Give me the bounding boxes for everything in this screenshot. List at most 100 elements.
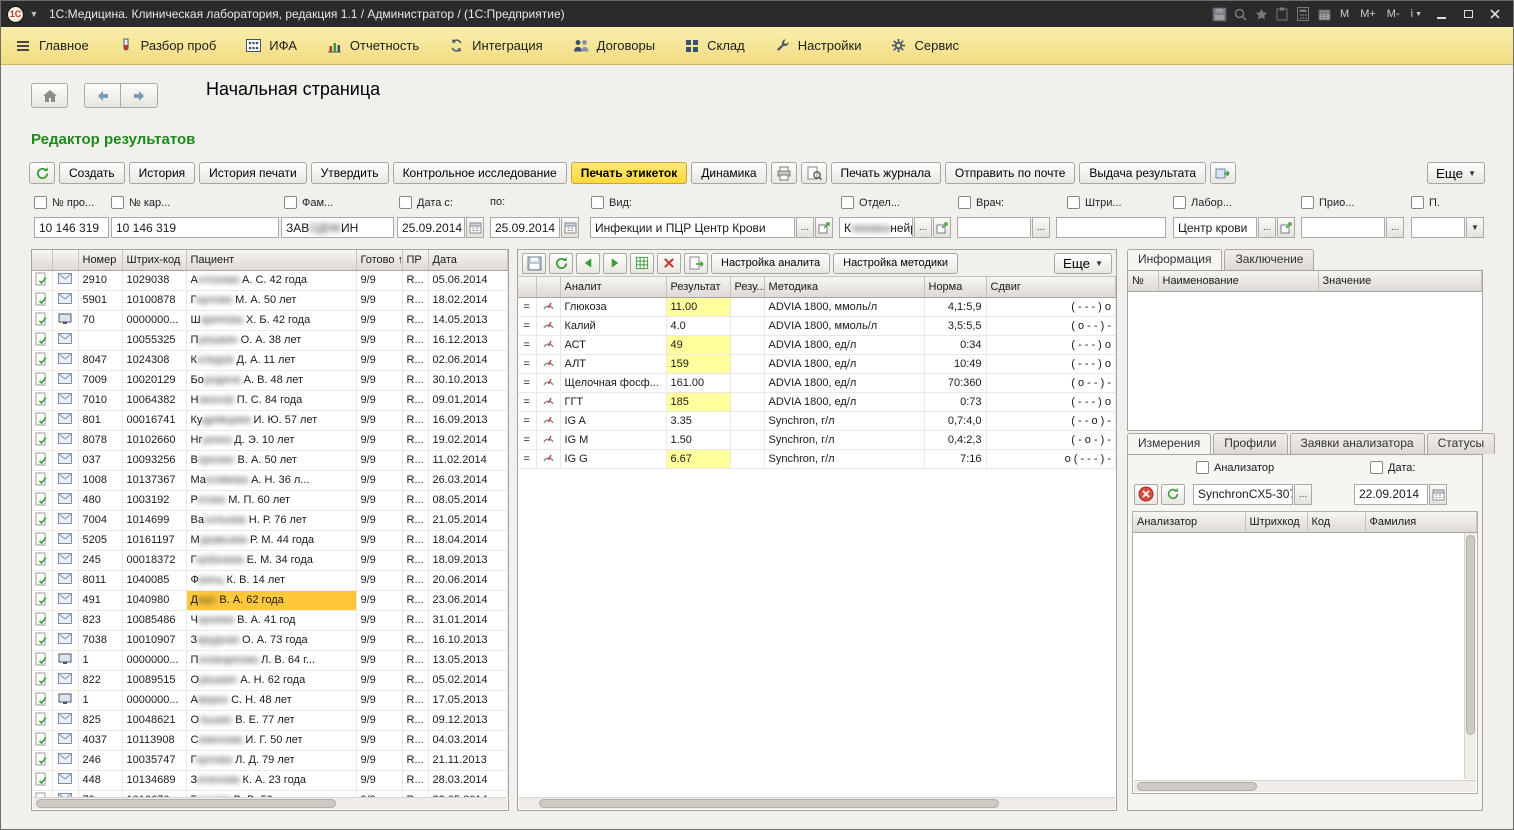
table-row[interactable]: =Щелочная фосф...161.00ADVIA 1800, ед/л7… [518, 373, 1116, 392]
filter-lab-checkbox[interactable]: Лабор... [1173, 196, 1232, 209]
filter-type-input[interactable]: Инфекции и ПЦР Центр Крови [590, 217, 795, 238]
table-row[interactable]: 80111040085Франц К. В. 14 лет9/9R...20.0… [32, 570, 508, 590]
table-row[interactable]: =IG G6.67Synchron, г/л7:16о ( - - - ) - [518, 449, 1116, 468]
checkbox[interactable] [1067, 196, 1080, 209]
info-tab[interactable]: Заключение [1224, 249, 1314, 270]
table-row[interactable]: 10055325Пришвин О. А. 38 лет9/9R...16.12… [32, 330, 508, 350]
calendar-button[interactable] [466, 217, 484, 238]
checkbox[interactable] [399, 196, 412, 209]
filter-doctor-input[interactable] [957, 217, 1031, 238]
column-header[interactable]: Наименование [1158, 271, 1318, 291]
issue-result-button[interactable]: Выдача результата [1079, 162, 1206, 184]
table-row[interactable]: 82510048621Ольшин В. Е. 77 лет9/9R...09.… [32, 710, 508, 730]
scroll-thumb[interactable] [36, 799, 336, 808]
column-header[interactable]: Готово ↑ [356, 250, 402, 270]
icon-column-header[interactable] [536, 277, 560, 297]
filter-p-checkbox[interactable]: П. [1411, 196, 1440, 209]
column-header[interactable]: Код [1307, 512, 1365, 532]
table-row[interactable]: 791016676Башова В. В. 59 лет9/9R...22.05… [32, 790, 508, 797]
open-button[interactable] [815, 217, 833, 238]
analyzer-hscrollbar[interactable] [1134, 780, 1476, 792]
memory-minus-button[interactable]: M- [1383, 8, 1404, 20]
menu-item-service[interactable]: Сервис [891, 38, 959, 53]
analyzer-tab[interactable]: Измерения [1127, 433, 1211, 454]
memory-plus-button[interactable]: M+ [1356, 8, 1380, 20]
prev-sample-button[interactable] [576, 253, 600, 274]
filter-priority-checkbox[interactable]: Прио... [1301, 196, 1354, 209]
column-header[interactable]: Сдвиг [986, 277, 1116, 297]
table-row[interactable]: 4911040980Джус В. А. 62 года9/9R...23.06… [32, 590, 508, 610]
column-header[interactable]: Фамилия [1365, 512, 1477, 532]
print-labels-button[interactable]: Печать этикеток [571, 162, 688, 184]
info-button[interactable]: i▼ [1407, 8, 1426, 20]
table-row[interactable]: =АЛТ159ADVIA 1800, ед/л10:49( - - - ) о [518, 354, 1116, 373]
select-button[interactable]: ... [796, 217, 814, 238]
analyzer-tab[interactable]: Заявки анализатора [1290, 433, 1425, 454]
column-header[interactable]: Штрихкод [1245, 512, 1307, 532]
control-study-button[interactable]: Контрольное исследование [393, 162, 567, 184]
scroll-thumb[interactable] [1466, 535, 1475, 735]
table-row[interactable]: =АСТ49ADVIA 1800, ед/л0:34( - - - ) о [518, 335, 1116, 354]
analyzer-vscrollbar[interactable] [1464, 533, 1476, 779]
checkbox[interactable] [34, 196, 47, 209]
filter-date-to-input[interactable]: 25.09.2014 [490, 217, 560, 238]
analyzer-calendar-button[interactable] [1429, 484, 1447, 505]
table-row[interactable]: =ГГТ185ADVIA 1800, ед/л0:73( - - - ) о [518, 392, 1116, 411]
export-button[interactable] [684, 253, 708, 274]
table-row[interactable]: 403710113908Семенова И. Г. 50 лет9/9R...… [32, 730, 508, 750]
column-header[interactable]: Результат [666, 277, 730, 297]
filter-sample-number-input[interactable]: 10 146 319 [34, 217, 109, 238]
type-column-header[interactable] [52, 250, 78, 270]
table-row[interactable]: 520510161197Муравьева Р. М. 44 года9/9R.… [32, 530, 508, 550]
checkbox[interactable] [1370, 461, 1383, 474]
next-sample-button[interactable] [603, 253, 627, 274]
filter-department-input[interactable]: Клиника нейрохи [839, 217, 913, 238]
menu-item-main[interactable]: Главное [15, 38, 89, 53]
table-row[interactable]: 4801003192Рогова М. П. 60 лет9/9R...08.0… [32, 490, 508, 510]
filter-type-checkbox[interactable]: Вид: [591, 196, 632, 209]
dynamics-button[interactable]: Динамика [691, 162, 766, 184]
column-header[interactable]: Значение [1318, 271, 1482, 291]
analyzer-select-button[interactable]: ... [1294, 484, 1312, 505]
approve-button[interactable]: Утвердить [311, 162, 389, 184]
send-email-button[interactable]: Отправить по почте [945, 162, 1076, 184]
refresh-results-button[interactable] [549, 253, 573, 274]
table-row[interactable]: 82210089515Орешкин А. Н. 62 года9/9R...0… [32, 670, 508, 690]
send-result-button[interactable] [1210, 162, 1236, 184]
filter-date-from-input[interactable]: 25.09.2014 [397, 217, 465, 238]
column-header[interactable]: Анализатор [1133, 512, 1245, 532]
filter-p-input[interactable] [1411, 217, 1465, 238]
refresh-analyzer-button[interactable] [1161, 484, 1185, 505]
table-row[interactable]: =IG A3.35Synchron, г/л0,7:4,0( - - о ) - [518, 411, 1116, 430]
star-icon[interactable] [1252, 5, 1270, 23]
table-row[interactable]: 44810134689Зеленова К. А. 23 года9/9R...… [32, 770, 508, 790]
method-settings-button[interactable]: Настройка методики [833, 253, 958, 274]
column-header[interactable]: Резу... [730, 277, 764, 297]
create-button[interactable]: Создать [59, 162, 125, 184]
table-row[interactable]: 10000000...Аверин С. Н. 48 лет9/9R...17.… [32, 690, 508, 710]
menu-item-integration[interactable]: Интеграция [449, 38, 543, 53]
column-header[interactable]: Штрих-код [122, 250, 186, 270]
table-row[interactable]: =Глюкоза11.00ADVIA 1800, ммоль/л4,1:5,9(… [518, 297, 1116, 316]
home-button[interactable] [31, 83, 68, 108]
table-row[interactable]: 10000000...Поликарпова Л. В. 64 г...9/9R… [32, 650, 508, 670]
print-preview-button[interactable] [801, 162, 827, 184]
checkbox[interactable] [841, 196, 854, 209]
column-header[interactable]: № [1128, 271, 1158, 291]
date-checkbox[interactable]: Дата: [1370, 461, 1415, 474]
column-header[interactable]: Номер [78, 250, 122, 270]
table-row[interactable]: 80100016741Кудрявцева И. Ю. 57 лет9/9R..… [32, 410, 508, 430]
minimize-button[interactable] [1429, 5, 1453, 24]
filter-lab-input[interactable]: Центр крови [1173, 217, 1257, 238]
column-header[interactable]: Аналит [560, 277, 666, 297]
more-button[interactable]: Еще▼ [1054, 253, 1112, 274]
scroll-thumb[interactable] [539, 799, 999, 808]
filter-date-from-checkbox[interactable]: Дата с: [399, 196, 453, 209]
table-row[interactable]: 100810137367Максимова А. Н. 36 л...9/9R.… [32, 470, 508, 490]
menu-item-warehouse[interactable]: Склад [685, 38, 745, 53]
checkbox[interactable] [1301, 196, 1314, 209]
column-header[interactable]: Норма [924, 277, 986, 297]
filter-department-checkbox[interactable]: Отдел... [841, 196, 900, 209]
filter-barcode-input[interactable] [1056, 217, 1166, 238]
maximize-button[interactable] [1456, 5, 1480, 24]
